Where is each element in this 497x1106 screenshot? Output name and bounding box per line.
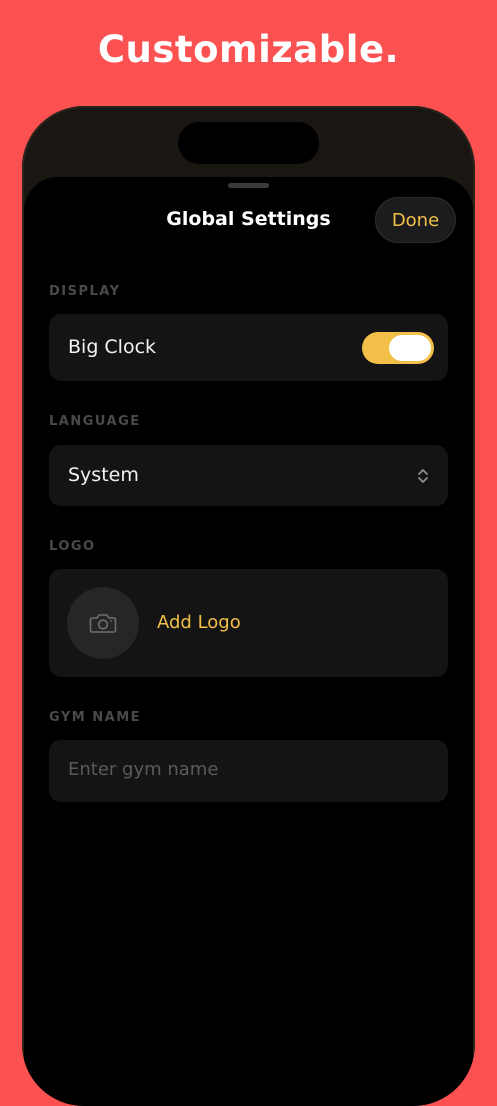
big-clock-label: Big Clock <box>68 336 157 358</box>
section-label-display: DISPLAY <box>49 284 121 299</box>
sheet-grabber[interactable] <box>228 183 269 188</box>
phone-frame: Global Settings Done DISPLAY Big Clock L… <box>22 106 475 1106</box>
language-value: System <box>68 464 139 486</box>
done-button[interactable]: Done <box>375 197 456 243</box>
logo-placeholder[interactable] <box>67 587 139 659</box>
big-clock-row[interactable]: Big Clock <box>49 314 448 381</box>
gym-name-placeholder: Enter gym name <box>68 759 219 780</box>
camera-icon <box>89 614 117 633</box>
gym-name-input[interactable]: Enter gym name <box>49 740 448 802</box>
toggle-knob <box>389 335 431 361</box>
chevron-up-down-icon <box>418 469 428 483</box>
section-label-logo: LOGO <box>49 539 96 554</box>
dynamic-island <box>178 122 319 164</box>
add-logo-button[interactable]: Add Logo <box>157 612 241 633</box>
big-clock-toggle[interactable] <box>362 332 434 364</box>
section-label-gym-name: GYM NAME <box>49 710 142 725</box>
marketing-headline: Customizable. <box>97 28 400 71</box>
logo-card[interactable]: Add Logo <box>49 569 448 677</box>
settings-sheet: Global Settings Done DISPLAY Big Clock L… <box>24 177 473 1106</box>
language-select[interactable]: System <box>49 445 448 506</box>
section-label-language: LANGUAGE <box>49 414 141 429</box>
